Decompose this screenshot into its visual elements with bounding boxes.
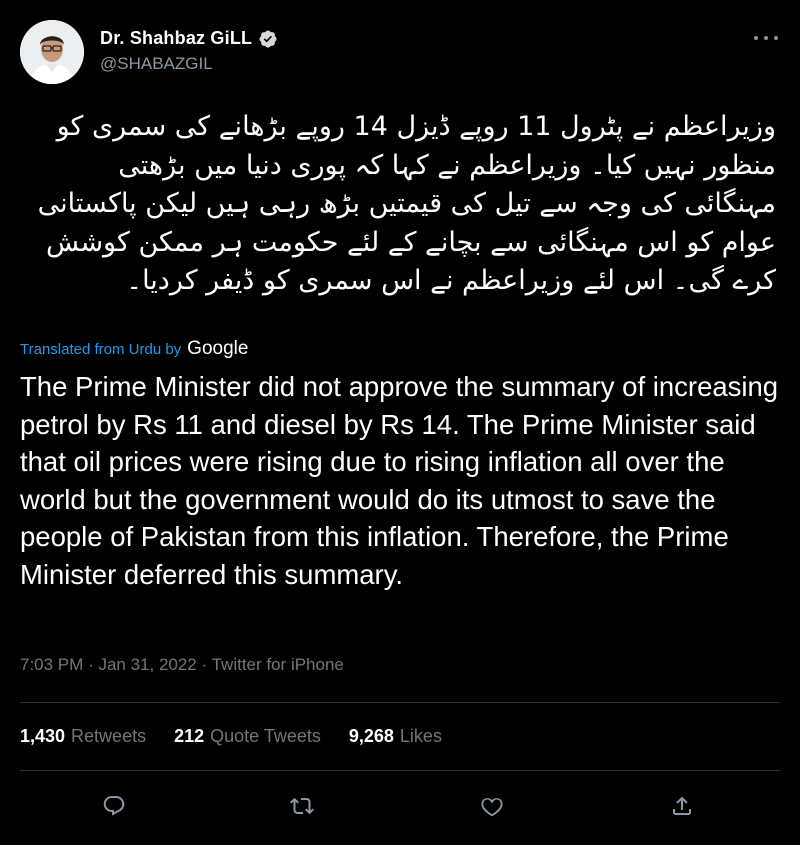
likes-count: 9,268 — [348, 726, 394, 746]
user-name-row[interactable]: Dr. Shahbaz GiLL — [100, 28, 278, 49]
like-icon — [481, 798, 503, 817]
retweets-label: Retweets — [71, 726, 147, 746]
quote-tweets-count: 212 — [174, 726, 205, 746]
more-options-icon[interactable] — [754, 30, 778, 46]
retweets-stat[interactable]: 1,430 Retweets — [20, 726, 146, 747]
user-handle[interactable]: @SHABAZGIL — [100, 54, 213, 74]
share-button[interactable] — [662, 786, 702, 826]
tweet-text-original: وزیراعظم نے پٹرول 11 روپے ڈیزل 14 روپے ب… — [37, 111, 776, 296]
tweet-actions-bar — [0, 786, 800, 826]
tweet-source[interactable]: Twitter for iPhone — [212, 655, 344, 674]
retweet-icon — [290, 797, 314, 815]
meta-separator: · — [88, 655, 94, 674]
retweets-count: 1,430 — [20, 726, 66, 746]
divider — [20, 770, 780, 771]
share-icon — [673, 796, 691, 815]
retweet-button[interactable] — [282, 786, 322, 826]
likes-stat[interactable]: 9,268 Likes — [349, 726, 442, 747]
display-name[interactable]: Dr. Shahbaz GiLL — [100, 28, 252, 49]
translated-from-link[interactable]: Translated from Urdu by — [20, 341, 181, 358]
verified-badge-icon — [259, 29, 277, 48]
tweet-text-translated: The Prime Minister did not approve the s… — [20, 371, 779, 590]
google-logo: Google — [187, 338, 249, 359]
tweet-detail: Dr. Shahbaz GiLL @SHABAZGIL وزیراعظم نے … — [0, 0, 800, 845]
like-button[interactable] — [472, 786, 512, 826]
avatar[interactable] — [20, 20, 84, 84]
tweet-time[interactable]: 7:03 PM — [20, 655, 83, 674]
tweet-date[interactable]: Jan 31, 2022 — [98, 655, 196, 674]
likes-label: Likes — [399, 726, 442, 746]
reply-icon — [103, 796, 125, 816]
translation-attribution: Translated from Urdu by Google — [20, 338, 248, 360]
tweet-metadata: 7:03 PM · Jan 31, 2022 · Twitter for iPh… — [20, 655, 344, 675]
divider — [20, 702, 780, 703]
quote-tweets-stat[interactable]: 212 Quote Tweets — [174, 726, 321, 747]
tweet-stats: 1,430 Retweets 212 Quote Tweets 9,268 Li… — [20, 726, 442, 747]
meta-separator: · — [201, 655, 208, 674]
reply-button[interactable] — [94, 786, 134, 826]
quote-tweets-label: Quote Tweets — [210, 726, 321, 746]
